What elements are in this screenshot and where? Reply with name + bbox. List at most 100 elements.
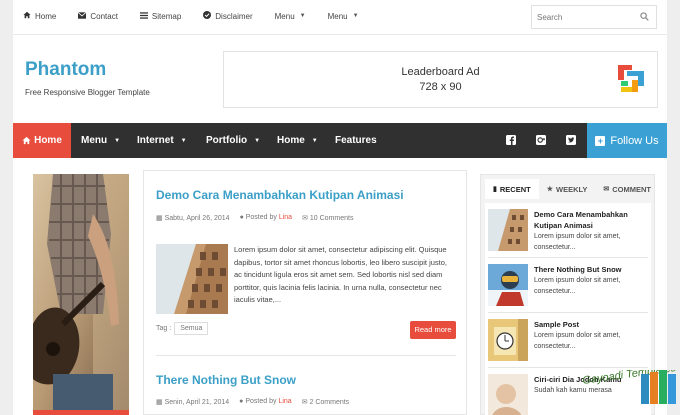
- tag-label: Tag :: [156, 325, 172, 332]
- nav-item-label: Portfolio: [206, 135, 248, 146]
- list-item-excerpt: Lorem ipsum dolor sit amet, consectetur.…: [534, 233, 621, 251]
- top-link-label: Home: [35, 11, 57, 21]
- list-item-title: There Nothing But Snow: [534, 265, 622, 274]
- top-bar: Home Contact Sitemap Disclaimer Menu ▼ M…: [13, 0, 667, 34]
- top-link-label: Menu: [274, 11, 295, 21]
- search-box: [531, 5, 657, 29]
- nav-item-home[interactable]: Home: [13, 123, 71, 158]
- google-plus-icon[interactable]: [536, 135, 546, 145]
- nav-item-home-2[interactable]: Home ▼: [277, 123, 318, 158]
- post-author: ● Posted by Lina: [240, 214, 293, 222]
- post-meta: ▦ Sabtu, April 26, 2014 ● Posted by Lina…: [156, 214, 353, 222]
- nav-item-portfolio[interactable]: Portfolio ▼: [206, 123, 260, 158]
- site-logo[interactable]: Phantom: [25, 59, 106, 81]
- author-link[interactable]: Lina: [279, 214, 292, 221]
- site-tagline: Free Responsive Blogger Template: [25, 88, 150, 97]
- featured-image[interactable]: [33, 174, 129, 415]
- top-link-label: Sitemap: [151, 11, 182, 21]
- sidebar-tabs: ▮ RECENT ★ WEEKLY ✉ COMMENT: [481, 175, 656, 203]
- post-date: ▦ Senin, April 21, 2014: [156, 398, 229, 406]
- tab-label: WEEKLY: [555, 184, 588, 194]
- top-link-sitemap[interactable]: Sitemap: [139, 11, 182, 21]
- ad-logo-icon: [618, 65, 644, 92]
- caret-down-icon: ▼: [180, 137, 187, 144]
- list-item-title: Sample Post: [534, 320, 580, 329]
- top-link-label: Menu: [327, 11, 348, 21]
- top-link-disclaimer[interactable]: Disclaimer: [203, 11, 253, 21]
- list-item-thumbnail: [488, 374, 528, 415]
- author-link[interactable]: Lina: [278, 398, 291, 405]
- list-item-title: Demo Cara Menambahkan Kutipan Animasi: [534, 210, 628, 230]
- top-link-label: Contact: [90, 11, 118, 21]
- nav-item-label: Internet: [137, 135, 174, 146]
- tab-label: COMMENT: [612, 184, 652, 194]
- caret-down-icon: ▼: [114, 137, 121, 144]
- comments-count: 2 Comments: [309, 399, 350, 406]
- nav-item-internet[interactable]: Internet ▼: [137, 123, 187, 158]
- list-item[interactable]: There Nothing But Snow Lorem ipsum dolor…: [485, 258, 651, 313]
- post-title[interactable]: Demo Cara Menambahkan Kutipan Animasi: [156, 188, 404, 202]
- posted-by-label: Posted by: [245, 398, 277, 405]
- post-author: ● Posted by Lina: [239, 398, 292, 406]
- post-comments[interactable]: ✉ 2 Comments: [302, 398, 350, 406]
- home-icon: [22, 136, 31, 145]
- top-link-home[interactable]: Home: [23, 11, 56, 21]
- list-item[interactable]: Sample Post Lorem ipsum dolor sit amet, …: [485, 313, 651, 368]
- top-link-label: Disclaimer: [215, 11, 253, 21]
- post-title[interactable]: There Nothing But Snow: [156, 373, 296, 387]
- post-date-text: Sabtu, April 26, 2014: [164, 215, 230, 222]
- post-comments[interactable]: ✉ 10 Comments: [302, 214, 353, 222]
- list-item[interactable]: Demo Cara Menambahkan Kutipan Animasi Lo…: [485, 203, 651, 258]
- follow-us-button[interactable]: + Follow Us: [587, 123, 667, 158]
- list-item-thumbnail: [488, 209, 528, 251]
- twitter-icon[interactable]: [566, 135, 576, 145]
- facebook-icon[interactable]: [506, 135, 516, 145]
- comment-icon: ✉: [301, 399, 310, 406]
- main-nav: Home Menu ▼ Internet ▼ Portfolio ▼ Home …: [13, 123, 667, 158]
- nav-item-label: Home: [34, 135, 62, 146]
- search-icon[interactable]: [640, 12, 649, 21]
- comments-count: 10 Comments: [309, 215, 354, 222]
- post-excerpt: Lorem ipsum dolor sit amet, consectetur …: [234, 245, 448, 305]
- ad-title: Leaderboard Ad: [401, 66, 480, 78]
- tab-recent[interactable]: ▮ RECENT: [485, 179, 539, 199]
- watermark-logo: Gayoadi Templates: [555, 362, 677, 415]
- top-link-contact[interactable]: Contact: [78, 11, 118, 21]
- list-item-thumbnail: [488, 264, 528, 306]
- top-link-menu-2[interactable]: Menu ▼: [328, 11, 359, 21]
- calendar-icon: ▦: [156, 215, 165, 222]
- tab-weekly[interactable]: ★ WEEKLY: [539, 179, 596, 199]
- post-thumbnail[interactable]: [156, 244, 228, 314]
- posts-list: Demo Cara Menambahkan Kutipan Animasi ▦ …: [143, 170, 467, 415]
- list-icon: [139, 11, 148, 21]
- plus-icon: +: [595, 135, 606, 146]
- nav-item-menu[interactable]: Menu ▼: [81, 123, 120, 158]
- tab-label: RECENT: [499, 184, 531, 194]
- post-date: ▦ Sabtu, April 26, 2014: [156, 214, 230, 222]
- post-meta: ▦ Senin, April 21, 2014 ● Posted by Lina…: [156, 398, 349, 406]
- envelope-icon: [78, 11, 87, 21]
- top-link-menu[interactable]: Menu ▼: [275, 11, 306, 21]
- tag-chip[interactable]: Semua: [174, 322, 209, 335]
- post-tags: Tag : Semua: [156, 322, 209, 335]
- top-links: Home Contact Sitemap Disclaimer Menu ▼ M…: [23, 11, 381, 21]
- nav-item-features[interactable]: Features: [335, 123, 377, 158]
- list-item-excerpt: Lorem ipsum dolor sit amet, consectetur.…: [534, 277, 621, 295]
- comment-icon: ✉: [302, 215, 310, 222]
- nav-item-label: Features: [335, 135, 377, 146]
- tab-comment[interactable]: ✉ COMMENT: [595, 179, 659, 199]
- nav-item-label: Home: [277, 135, 305, 146]
- caret-down-icon: ▼: [352, 13, 359, 19]
- comment-icon: ✉: [603, 186, 610, 193]
- list-item-excerpt: Lorem ipsum dolor sit amet, consectetur.…: [534, 332, 621, 350]
- star-icon: ★: [546, 186, 553, 193]
- post-date-text: Senin, April 21, 2014: [164, 399, 230, 406]
- read-more-button[interactable]: Read more: [410, 321, 456, 339]
- check-circle-icon: [203, 11, 212, 21]
- search-input[interactable]: [532, 6, 632, 28]
- ad-size: 728 x 90: [419, 81, 462, 93]
- leaderboard-ad[interactable]: Leaderboard Ad 728 x 90: [223, 51, 658, 108]
- follow-label: Follow Us: [610, 134, 659, 147]
- caret-down-icon: ▼: [254, 137, 261, 144]
- nav-item-label: Menu: [81, 135, 108, 146]
